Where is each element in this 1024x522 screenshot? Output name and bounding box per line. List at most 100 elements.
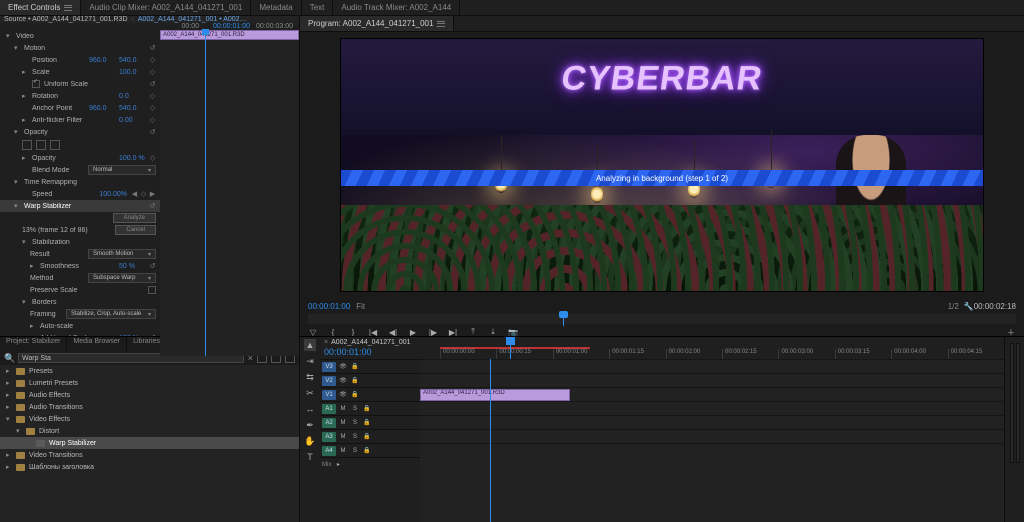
- tab-media-browser[interactable]: Media Browser: [67, 337, 127, 351]
- track-v1[interactable]: V1: [322, 390, 336, 400]
- program-scrubber[interactable]: [308, 314, 1016, 324]
- effects-tree[interactable]: ▸Presets ▸Lumetri Presets ▸Audio Effects…: [0, 365, 299, 522]
- group-stabilization[interactable]: Stabilization: [32, 239, 156, 246]
- prop-anchor[interactable]: Anchor Point: [32, 105, 85, 112]
- blend-dropdown[interactable]: Normal: [88, 165, 156, 175]
- track-mix[interactable]: Mix: [322, 462, 331, 468]
- analyze-button[interactable]: Analyze: [113, 213, 156, 223]
- prop-scale[interactable]: Scale: [32, 69, 115, 76]
- prop-antiflicker[interactable]: Anti-flicker Filter: [32, 117, 115, 124]
- tree-distort[interactable]: Distort: [39, 428, 59, 435]
- fx-opacity[interactable]: Opacity: [24, 129, 145, 136]
- track-a3[interactable]: A3: [322, 432, 336, 442]
- preserve-scale-checkbox[interactable]: [148, 286, 156, 294]
- timeline-tc[interactable]: 00:00:01:00: [324, 347, 436, 357]
- timeline-tools: ▲ ⇥ ⇆ ✂ ↔ ✒ ✋ T: [300, 337, 320, 522]
- tab-audio-clip-mixer[interactable]: Audio Clip Mixer: A002_A144_041271_001: [81, 0, 251, 15]
- prop-position[interactable]: Position: [32, 57, 85, 64]
- prop-blend[interactable]: Blend Mode: [32, 167, 84, 174]
- ec-video-header[interactable]: Video: [16, 33, 156, 40]
- timeline-ruler[interactable]: 00:00:00:0000:00:00:1500:00:01:0000:00:0…: [440, 337, 1004, 359]
- framing-dropdown[interactable]: Stabilize, Crop, Auto-scale: [66, 309, 156, 319]
- ec-keyframe-area[interactable]: A002_A144_041271_001.R3D: [160, 30, 299, 356]
- prop-rotation[interactable]: Rotation: [32, 93, 115, 100]
- tab-effect-controls[interactable]: Effect Controls: [0, 0, 81, 15]
- selection-tool-icon[interactable]: ▲: [304, 339, 316, 351]
- tree-video-transitions[interactable]: Video Transitions: [29, 452, 83, 459]
- tree-audio-transitions[interactable]: Audio Transitions: [29, 404, 83, 411]
- ec-source-breadcrumb: Source • A002_A144_041271_001.R3D › A002…: [0, 16, 299, 23]
- meter-l: [1010, 343, 1014, 463]
- reset-icon[interactable]: ↺: [149, 45, 156, 52]
- tab-audio-track-mixer[interactable]: Audio Track Mixer: A002_A144: [333, 0, 460, 15]
- result-dropdown[interactable]: Smooth Motion: [88, 249, 156, 259]
- group-borders[interactable]: Borders: [32, 299, 156, 306]
- track-a2[interactable]: A2: [322, 418, 336, 428]
- uniform-scale-checkbox[interactable]: [32, 80, 40, 88]
- tab-project[interactable]: Project: Stabilizer: [0, 337, 67, 351]
- razor-tool-icon[interactable]: ✂: [304, 387, 316, 399]
- fx-time-remap[interactable]: Time Remapping: [24, 179, 156, 186]
- track-v3[interactable]: V3: [322, 362, 336, 372]
- cancel-button[interactable]: Cancel: [115, 225, 156, 235]
- ec-mini-clip[interactable]: A002_A144_041271_001.R3D: [160, 30, 299, 40]
- track-select-tool-icon[interactable]: ⇥: [304, 355, 316, 367]
- tree-audio-effects[interactable]: Audio Effects: [29, 392, 70, 399]
- program-monitor[interactable]: CYBERBAR Analyzing in background (step 1…: [340, 38, 984, 292]
- ec-playhead[interactable]: [205, 30, 206, 356]
- tab-metadata[interactable]: Metadata: [251, 0, 301, 15]
- tab-program[interactable]: Program: A002_A144_041271_001: [300, 16, 454, 31]
- ec-properties: ▾Video ▾Motion↺ Position960.0540.0◇ ▸Sca…: [0, 30, 160, 356]
- search-icon: 🔍: [4, 353, 14, 364]
- ec-mini-timeline-header: 00:00 00:00:01:00 00:00:03:00: [0, 23, 299, 30]
- tree-video-effects[interactable]: Video Effects: [29, 416, 70, 423]
- effect-controls-panel: Source • A002_A144_041271_001.R3D › A002…: [0, 16, 300, 336]
- program-playhead[interactable]: [563, 312, 564, 326]
- panel-menu-icon[interactable]: [437, 21, 445, 27]
- toggle-output-icon[interactable]: 👁: [338, 362, 348, 372]
- resolution-dropdown[interactable]: 1/2: [948, 302, 958, 311]
- ripple-tool-icon[interactable]: ⇆: [304, 371, 316, 383]
- analysis-progress-text: 13% (frame 12 of 86): [22, 227, 111, 234]
- tree-mogrt[interactable]: Шаблоны заголовка: [29, 464, 94, 471]
- program-tc-current[interactable]: 00:00:01:00: [308, 302, 350, 311]
- slip-tool-icon[interactable]: ↔: [304, 403, 316, 415]
- method-dropdown[interactable]: Subspace Warp: [88, 273, 156, 283]
- type-tool-icon[interactable]: T: [304, 451, 316, 463]
- keyframe-icon[interactable]: ◇: [149, 57, 156, 64]
- mask-pen-icon[interactable]: [50, 140, 60, 150]
- timeline-panel: ×A002_A144_041271_001 00:00:01:00 00:00:…: [320, 337, 1004, 522]
- scene-bulb: [591, 185, 603, 203]
- ec-playhead-tc[interactable]: 00:00:01:00: [207, 23, 256, 30]
- program-tc-duration: 00:00:02:18: [974, 302, 1016, 311]
- mute-icon[interactable]: M: [338, 404, 348, 414]
- mask-rect-icon[interactable]: [36, 140, 46, 150]
- fit-dropdown[interactable]: Fit: [356, 302, 366, 311]
- tree-lumetri[interactable]: Lumetri Presets: [29, 380, 78, 387]
- timeline-tracks[interactable]: A002_A144_041271_001.R3D: [420, 359, 1004, 522]
- ruler-tick: 00:00:00:00: [440, 349, 496, 359]
- ruler-tick: 00:00:01:00: [553, 349, 609, 359]
- tree-warp-stabilizer[interactable]: Warp Stabilizer: [49, 440, 96, 447]
- settings-icon[interactable]: 🔧: [964, 302, 974, 311]
- track-a1[interactable]: A1: [322, 404, 336, 414]
- mask-ellipse-icon[interactable]: [22, 140, 32, 150]
- hand-tool-icon[interactable]: ✋: [304, 435, 316, 447]
- panel-menu-icon[interactable]: [64, 5, 72, 11]
- track-a4[interactable]: A4: [322, 446, 336, 456]
- fx-motion[interactable]: Motion: [24, 45, 145, 52]
- effects-panel: Project: Stabilizer Media Browser Librar…: [0, 337, 300, 522]
- timeline-playhead-line[interactable]: [490, 359, 491, 522]
- tree-presets[interactable]: Presets: [29, 368, 53, 375]
- track-v2[interactable]: V2: [322, 376, 336, 386]
- fx-warp-stabilizer[interactable]: Warp Stabilizer: [24, 203, 145, 210]
- tab-text[interactable]: Text: [302, 0, 334, 15]
- timeline-clip[interactable]: A002_A144_041271_001.R3D: [420, 389, 570, 401]
- solo-icon[interactable]: S: [350, 404, 360, 414]
- lock-icon[interactable]: 🔒: [350, 362, 360, 372]
- ruler-tick: 00:00:01:15: [609, 349, 665, 359]
- track-headers: V3👁🔒 V2👁🔒 V1👁🔒 A1MS🔒 A2MS🔒 A3MS🔒 A4MS🔒 M…: [320, 359, 420, 522]
- pen-tool-icon[interactable]: ✒: [304, 419, 316, 431]
- sequence-tab[interactable]: ×A002_A144_041271_001: [324, 339, 436, 346]
- timeline-playhead[interactable]: [510, 337, 511, 359]
